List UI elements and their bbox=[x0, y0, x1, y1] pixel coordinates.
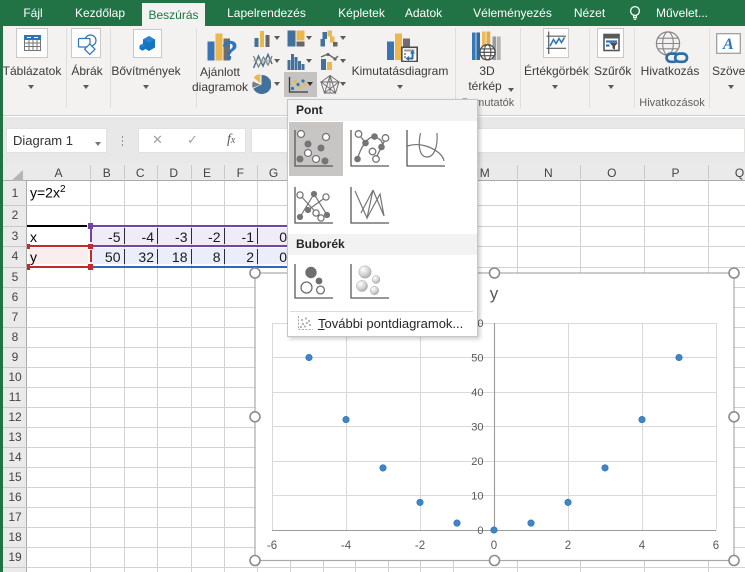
svg-text:0: 0 bbox=[477, 525, 483, 537]
svg-text:6: 6 bbox=[713, 540, 719, 552]
svg-text:20: 20 bbox=[471, 456, 483, 468]
svg-text:-2: -2 bbox=[415, 540, 425, 552]
svg-text:50: 50 bbox=[471, 352, 483, 364]
svg-text:30: 30 bbox=[471, 421, 483, 433]
svg-text:y: y bbox=[490, 284, 499, 303]
svg-text:0: 0 bbox=[491, 540, 497, 552]
svg-text:A: A bbox=[722, 36, 734, 53]
svg-text:40: 40 bbox=[471, 387, 483, 399]
svg-text:-6: -6 bbox=[267, 540, 277, 552]
svg-text:2: 2 bbox=[565, 540, 571, 552]
svg-text:10: 10 bbox=[471, 490, 483, 502]
svg-text:?: ? bbox=[222, 36, 239, 62]
svg-text:-4: -4 bbox=[341, 540, 352, 552]
svg-text:4: 4 bbox=[639, 540, 646, 552]
